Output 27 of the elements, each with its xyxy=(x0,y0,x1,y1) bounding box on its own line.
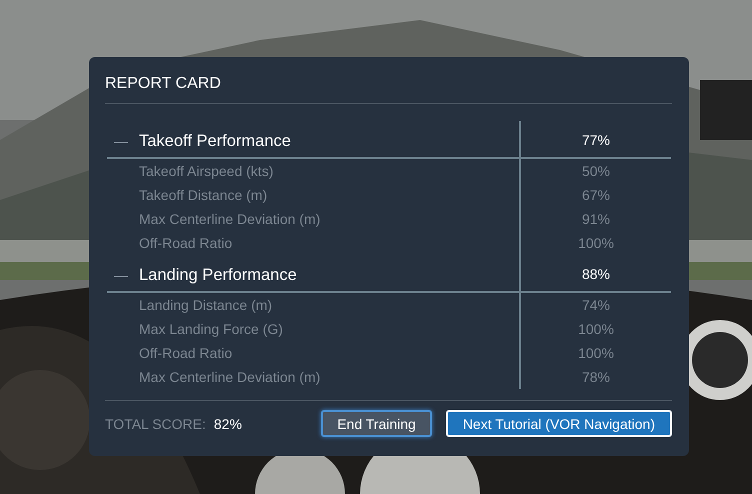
section-score: 88% xyxy=(582,266,610,282)
next-tutorial-button[interactable]: Next Tutorial (VOR Navigation) xyxy=(446,410,672,437)
metric-score: 67% xyxy=(582,187,610,203)
metric-name: Max Landing Force (G) xyxy=(139,321,283,337)
metric-name: Max Centerline Deviation (m) xyxy=(139,369,320,385)
metric-score: 50% xyxy=(582,163,610,179)
metric-score: 100% xyxy=(578,345,614,361)
dialog-title: REPORT CARD xyxy=(105,74,221,94)
section-title: Takeoff Performance xyxy=(139,130,291,150)
section-title: Landing Performance xyxy=(139,264,297,284)
metric-score: 100% xyxy=(578,321,614,337)
metric-name: Off-Road Ratio xyxy=(139,345,232,361)
collapse-toggle[interactable]: — xyxy=(114,133,128,149)
metric-score: 78% xyxy=(582,369,610,385)
collapse-toggle[interactable]: — xyxy=(114,267,128,283)
total-score-label: TOTAL SCORE: xyxy=(105,416,206,432)
end-training-button[interactable]: End Training xyxy=(321,410,432,437)
metric-score: 74% xyxy=(582,297,610,313)
metric-name: Landing Distance (m) xyxy=(139,297,272,313)
metric-score: 100% xyxy=(578,235,614,251)
section-score: 77% xyxy=(582,132,610,148)
metric-name: Takeoff Airspeed (kts) xyxy=(139,163,274,179)
metric-name: Max Centerline Deviation (m) xyxy=(139,211,320,227)
metric-score: 91% xyxy=(582,211,610,227)
metric-name: Takeoff Distance (m) xyxy=(139,187,268,203)
metric-name: Off-Road Ratio xyxy=(139,235,232,251)
total-score-value: 82% xyxy=(214,416,242,432)
